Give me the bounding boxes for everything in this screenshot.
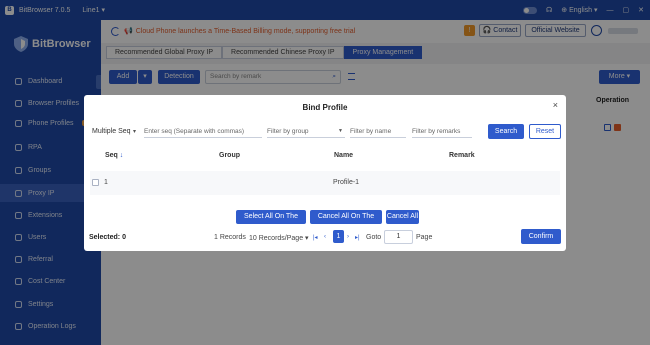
cancel-all-button[interactable]: Cancel All bbox=[386, 210, 419, 224]
table-row[interactable]: 1 Profile-1 bbox=[90, 171, 560, 195]
select-all-page-button[interactable]: Select All On The Page bbox=[236, 210, 306, 234]
search-button[interactable]: Search bbox=[488, 124, 524, 139]
goto-page-input[interactable]: 1 bbox=[384, 230, 413, 244]
last-page-icon[interactable]: ▸| bbox=[355, 234, 360, 241]
row-name: Profile-1 bbox=[333, 179, 360, 186]
page-label: Page bbox=[416, 234, 433, 241]
confirm-button[interactable]: Confirm bbox=[521, 229, 561, 244]
dialog-title: Bind Profile bbox=[302, 103, 348, 112]
seq-input[interactable]: Enter seq (Separate with commas) bbox=[144, 125, 262, 138]
name-filter-input[interactable]: Filter by name bbox=[350, 125, 406, 138]
current-page-button[interactable]: 1 bbox=[333, 230, 344, 243]
chevron-down-icon[interactable]: ▾ bbox=[133, 128, 136, 135]
sort-arrow-icon: ↓ bbox=[119, 152, 124, 159]
reset-button[interactable]: Reset bbox=[529, 124, 561, 139]
group-column-header: Group bbox=[219, 152, 240, 159]
remarks-filter-input[interactable]: Filter by remarks bbox=[412, 125, 472, 138]
next-page-icon[interactable]: › bbox=[347, 234, 349, 240]
group-filter-select[interactable]: Filter by group ▼ bbox=[267, 125, 345, 138]
multiple-seq-label: Multiple Seq bbox=[92, 128, 131, 135]
per-page-select[interactable]: 10 Records/Page ▾ bbox=[249, 234, 309, 242]
table-header: Seq ↓ Group Name Remark bbox=[90, 147, 560, 165]
name-column-header: Name bbox=[334, 152, 354, 159]
bind-profile-dialog: Bind Profile × Multiple Seq ▾ Enter seq … bbox=[84, 95, 566, 251]
row-checkbox[interactable] bbox=[92, 179, 99, 186]
close-icon[interactable]: × bbox=[553, 100, 558, 110]
selected-count: Selected: 0 bbox=[89, 234, 126, 241]
remark-column-header: Remark bbox=[449, 152, 475, 159]
row-seq: 1 bbox=[104, 179, 108, 186]
goto-label: Goto bbox=[366, 234, 382, 241]
seq-column-header[interactable]: Seq ↓ bbox=[105, 152, 123, 159]
prev-page-icon[interactable]: ‹ bbox=[324, 234, 326, 240]
records-count: 1 Records bbox=[214, 234, 246, 241]
cancel-all-page-button[interactable]: Cancel All On The Page bbox=[310, 210, 382, 234]
first-page-icon[interactable]: |◂ bbox=[313, 234, 318, 241]
